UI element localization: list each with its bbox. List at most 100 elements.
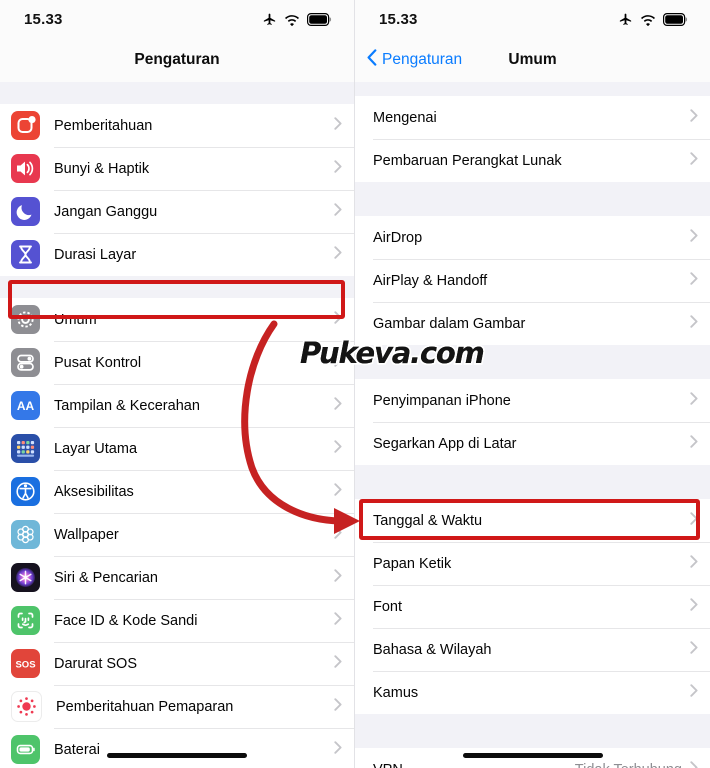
status-time: 15.33	[379, 10, 418, 28]
left-settings-list[interactable]: Pemberitahuan Bunyi & Haptik Jangan Gang…	[0, 82, 354, 768]
back-button[interactable]: Pengaturan	[355, 49, 462, 71]
list-item-font[interactable]: Font	[355, 585, 710, 628]
settings-group-general: Umum Pusat Kontrol AA Tampilan & Kecerah…	[0, 298, 354, 768]
chevron-right-icon	[334, 245, 342, 264]
group-storage: Penyimpanan iPhone Segarkan App di Latar	[355, 379, 710, 465]
list-item-pembaruan-perangkat-lunak[interactable]: Pembaruan Perangkat Lunak	[355, 139, 710, 182]
list-item-label: Gambar dalam Gambar	[373, 315, 526, 332]
chevron-right-icon	[334, 482, 342, 501]
airplane-mode-icon	[618, 12, 633, 27]
sidebar-item-siri-pencarian[interactable]: Siri & Pencarian	[0, 556, 354, 599]
status-icon-group	[262, 12, 332, 27]
sidebar-item-pemberitahuan[interactable]: Pemberitahuan	[0, 104, 354, 147]
chevron-left-icon	[367, 49, 377, 71]
chevron-right-icon	[334, 159, 342, 178]
list-item-bahasa-wilayah[interactable]: Bahasa & Wilayah	[355, 628, 710, 671]
group-vpn: VPN Tidak Terhubung	[355, 748, 710, 768]
status-time: 15.33	[24, 10, 63, 28]
chevron-right-icon	[690, 640, 698, 659]
chevron-right-icon	[334, 116, 342, 135]
page-title: Pengaturan	[134, 51, 220, 68]
chevron-right-icon	[334, 396, 342, 415]
chevron-right-icon	[334, 611, 342, 630]
chevron-right-icon	[690, 511, 698, 530]
sidebar-item-label: Durasi Layar	[54, 246, 137, 263]
sidebar-item-baterai[interactable]: Baterai	[0, 728, 354, 768]
group-connectivity: AirDrop AirPlay & Handoff Gambar dalam G…	[355, 216, 710, 345]
wallpaper-icon	[11, 520, 40, 549]
sidebar-item-wallpaper[interactable]: Wallpaper	[0, 513, 354, 556]
battery-icon	[663, 12, 688, 26]
sidebar-item-label: Jangan Ganggu	[54, 203, 158, 220]
list-item-airdrop[interactable]: AirDrop	[355, 216, 710, 259]
sidebar-item-pemberitahuan-pemaparan[interactable]: Pemberitahuan Pemaparan	[0, 685, 354, 728]
sidebar-item-bunyi-haptik[interactable]: Bunyi & Haptik	[0, 147, 354, 190]
right-nav-bar: Pengaturan Umum	[355, 38, 710, 82]
wifi-icon	[640, 13, 656, 26]
group-localization: Tanggal & Waktu Papan Ketik Font Bahasa …	[355, 499, 710, 714]
display-brightness-icon: AA	[11, 391, 40, 420]
general-gear-icon	[11, 305, 40, 334]
sidebar-item-jangan-ganggu[interactable]: Jangan Ganggu	[0, 190, 354, 233]
screen-time-icon	[11, 240, 40, 269]
left-nav-bar: Pengaturan	[0, 38, 354, 82]
general-settings-list[interactable]: Mengenai Pembaruan Perangkat Lunak AirDr…	[355, 82, 710, 768]
sidebar-item-label: Umum	[54, 311, 97, 328]
control-center-icon	[11, 348, 40, 377]
list-gap	[355, 82, 710, 96]
sidebar-item-aksesibilitas[interactable]: Aksesibilitas	[0, 470, 354, 513]
list-item-label: Bahasa & Wilayah	[373, 641, 492, 658]
chevron-right-icon	[334, 740, 342, 759]
sidebar-item-umum[interactable]: Umum	[0, 298, 354, 341]
chevron-right-icon	[690, 151, 698, 170]
settings-group-notifications: Pemberitahuan Bunyi & Haptik Jangan Gang…	[0, 104, 354, 276]
sidebar-item-label: Wallpaper	[54, 526, 119, 543]
chevron-right-icon	[334, 310, 342, 329]
list-item-label: Segarkan App di Latar	[373, 435, 517, 452]
chevron-right-icon	[334, 353, 342, 372]
sidebar-item-label: Pusat Kontrol	[54, 354, 142, 371]
list-item-airplay-handoff[interactable]: AirPlay & Handoff	[355, 259, 710, 302]
sidebar-item-pusat-kontrol[interactable]: Pusat Kontrol	[0, 341, 354, 384]
sidebar-item-durasi-layar[interactable]: Durasi Layar	[0, 233, 354, 276]
list-item-penyimpanan-iphone[interactable]: Penyimpanan iPhone	[355, 379, 710, 422]
dual-screenshot-container: 15.33 Pengaturan Pemberitahuan Bunyi & H…	[0, 0, 710, 768]
wifi-icon	[284, 13, 300, 26]
group-about: Mengenai Pembaruan Perangkat Lunak	[355, 96, 710, 182]
vpn-status-value: Tidak Terhubung	[575, 762, 682, 768]
sidebar-item-tampilan-kecerahan[interactable]: AA Tampilan & Kecerahan	[0, 384, 354, 427]
chevron-right-icon	[334, 439, 342, 458]
chevron-right-icon	[334, 654, 342, 673]
left-status-bar: 15.33	[0, 0, 354, 38]
chevron-right-icon	[690, 108, 698, 127]
list-item-mengenai[interactable]: Mengenai	[355, 96, 710, 139]
list-item-gambar-dalam-gambar[interactable]: Gambar dalam Gambar	[355, 302, 710, 345]
emergency-sos-icon: SOS	[11, 649, 40, 678]
list-item-vpn[interactable]: VPN Tidak Terhubung	[355, 748, 710, 768]
list-gap	[355, 714, 710, 748]
sidebar-item-label: Tampilan & Kecerahan	[54, 397, 200, 414]
list-item-label: Kamus	[373, 684, 419, 701]
sidebar-item-darurat-sos[interactable]: SOS Darurat SOS	[0, 642, 354, 685]
list-item-label: AirPlay & Handoff	[373, 272, 488, 289]
list-item-label: Font	[373, 598, 403, 615]
chevron-right-icon	[690, 228, 698, 247]
list-item-label: Pembaruan Perangkat Lunak	[373, 152, 562, 169]
chevron-right-icon	[334, 525, 342, 544]
sidebar-item-label: Pemberitahuan	[54, 117, 153, 134]
sidebar-item-face-id[interactable]: Face ID & Kode Sandi	[0, 599, 354, 642]
right-phone-screen: 15.33 Pengaturan Umum Mengenai Pembaruan…	[355, 0, 710, 768]
chevron-right-icon	[690, 271, 698, 290]
left-phone-screen: 15.33 Pengaturan Pemberitahuan Bunyi & H…	[0, 0, 355, 768]
list-gap	[355, 465, 710, 499]
list-item-segarkan-app-di-latar[interactable]: Segarkan App di Latar	[355, 422, 710, 465]
chevron-right-icon	[690, 554, 698, 573]
list-item-tanggal-waktu[interactable]: Tanggal & Waktu	[355, 499, 710, 542]
list-item-kamus[interactable]: Kamus	[355, 671, 710, 714]
list-item-papan-ketik[interactable]: Papan Ketik	[355, 542, 710, 585]
svg-text:SOS: SOS	[15, 659, 35, 670]
list-item-label: AirDrop	[373, 229, 423, 246]
list-item-label: Papan Ketik	[373, 555, 452, 572]
battery-settings-icon	[11, 735, 40, 764]
sidebar-item-layar-utama[interactable]: Layar Utama	[0, 427, 354, 470]
